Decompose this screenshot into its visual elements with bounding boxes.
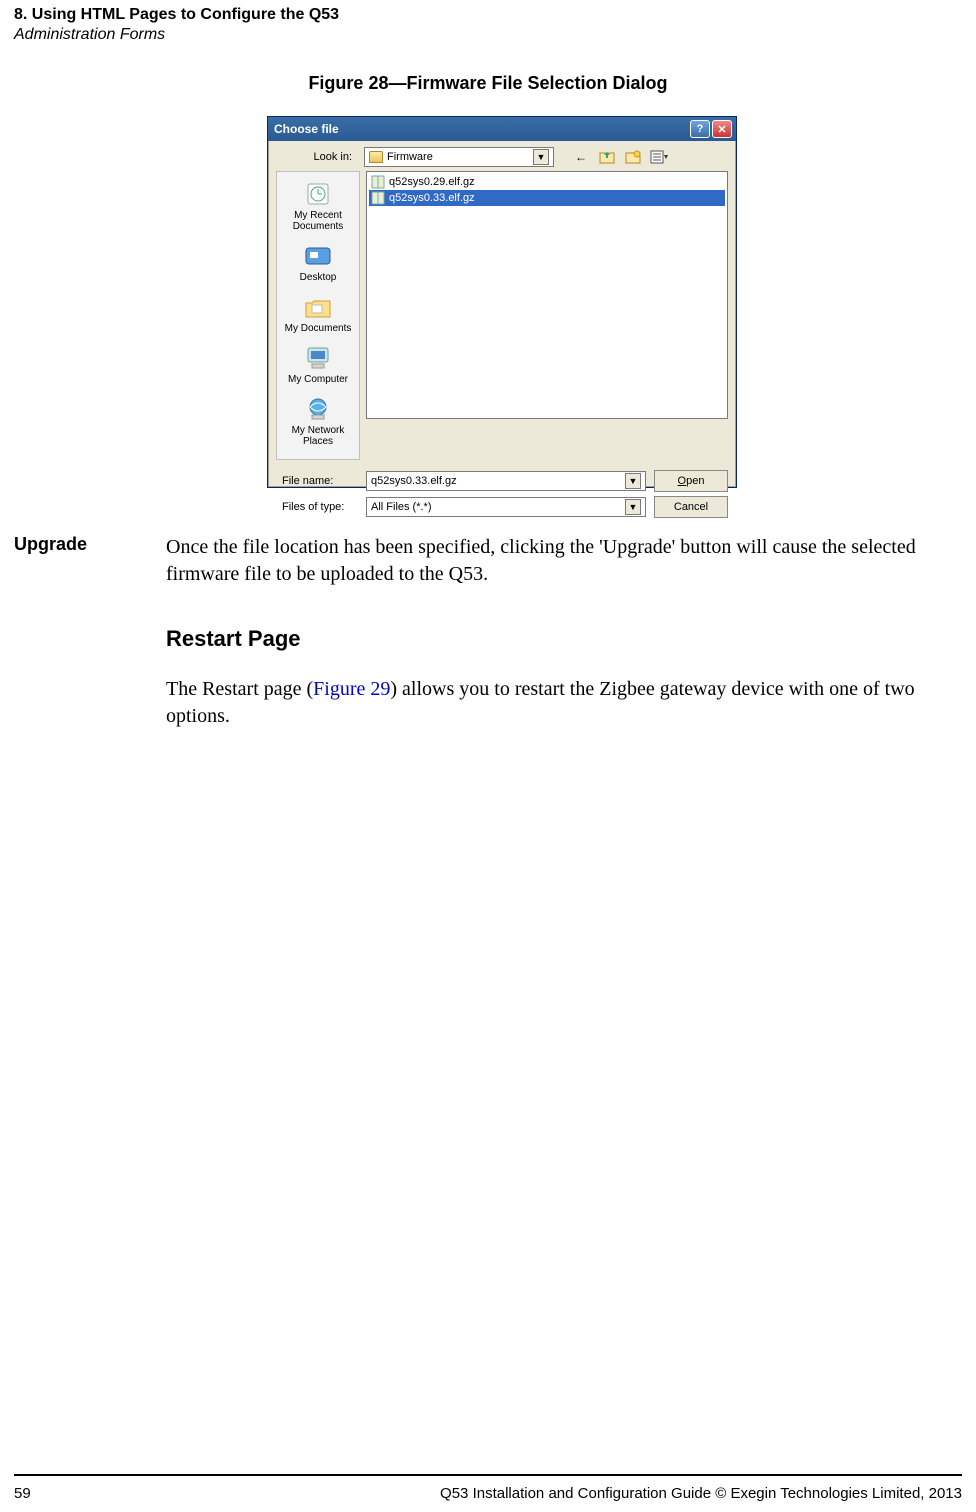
new-folder-icon[interactable] [624,148,642,166]
header-section: Administration Forms [14,26,339,44]
page-header: 8. Using HTML Pages to Configure the Q53… [14,6,339,44]
up-one-level-icon[interactable] [598,148,616,166]
folder-icon [369,151,383,163]
open-button[interactable]: Open [654,470,728,492]
place-desktop[interactable]: Desktop [279,240,357,289]
lookin-value: Firmware [387,151,433,163]
place-label: My Documents [285,323,352,334]
place-label: My Network Places [292,425,345,447]
footer-text: Q53 Installation and Configuration Guide… [54,1485,962,1502]
footer-rule [14,1474,962,1476]
filename-combobox[interactable]: q52sys0.33.elf.gz ▼ [366,471,646,491]
lookin-combobox[interactable]: Firmware ▼ [364,147,554,167]
file-name: q52sys0.33.elf.gz [389,192,475,204]
dialog-titlebar: Choose file ? ✕ [268,117,736,141]
dialog-toolbar: ← [572,148,668,166]
place-label: Desktop [300,272,337,283]
restart-text-pre: The Restart page ( [166,678,313,700]
file-list[interactable]: q52sys0.29.elf.gz q52sys0.33.elf.gz [366,171,728,419]
place-network-places[interactable]: My Network Places [279,393,357,453]
chevron-down-icon[interactable]: ▼ [625,499,641,515]
chevron-down-icon[interactable]: ▼ [533,149,549,165]
view-menu-icon[interactable] [650,148,668,166]
place-label: My Computer [288,374,348,385]
choose-file-dialog: Choose file ? ✕ Look in: Firmware ▼ ← [267,116,737,488]
restart-page-paragraph: The Restart page (Figure 29) allows you … [166,676,954,730]
place-label: My Recent Documents [293,210,344,232]
chevron-down-icon[interactable]: ▼ [625,473,641,489]
place-my-documents[interactable]: My Documents [279,291,357,340]
filetype-combobox[interactable]: All Files (*.*) ▼ [366,497,646,517]
header-chapter: 8. Using HTML Pages to Configure the Q53 [14,6,339,24]
filename-value: q52sys0.33.elf.gz [371,475,457,487]
place-recent-documents[interactable]: My Recent Documents [279,178,357,238]
close-button[interactable]: ✕ [712,120,732,138]
cancel-button[interactable]: Cancel [654,496,728,518]
place-my-computer[interactable]: My Computer [279,342,357,391]
places-bar: My Recent Documents Desktop My Documents… [276,171,360,460]
page-number: 59 [14,1485,54,1502]
page-footer: 59 Q53 Installation and Configuration Gu… [14,1485,962,1502]
help-button[interactable]: ? [690,120,710,138]
file-item-selected[interactable]: q52sys0.33.elf.gz [369,190,725,206]
filename-label: File name: [276,475,358,487]
filetype-value: All Files (*.*) [371,501,432,513]
restart-page-heading: Restart Page [166,626,301,652]
upgrade-paragraph: Upgrade Once the file location has been … [14,534,954,588]
figure-29-link[interactable]: Figure 29 [313,678,390,700]
file-item[interactable]: q52sys0.29.elf.gz [369,174,725,190]
upgrade-body-text: Once the file location has been specifie… [166,534,954,588]
upgrade-side-label: Upgrade [14,534,166,555]
file-name: q52sys0.29.elf.gz [389,176,475,188]
dialog-title: Choose file [272,122,688,136]
archive-file-icon [371,175,385,189]
filetype-label: Files of type: [276,501,358,513]
back-icon[interactable]: ← [572,148,590,166]
figure-caption: Figure 28—Firmware File Selection Dialog [0,73,976,94]
lookin-label: Look in: [276,151,358,163]
archive-file-icon [371,191,385,205]
